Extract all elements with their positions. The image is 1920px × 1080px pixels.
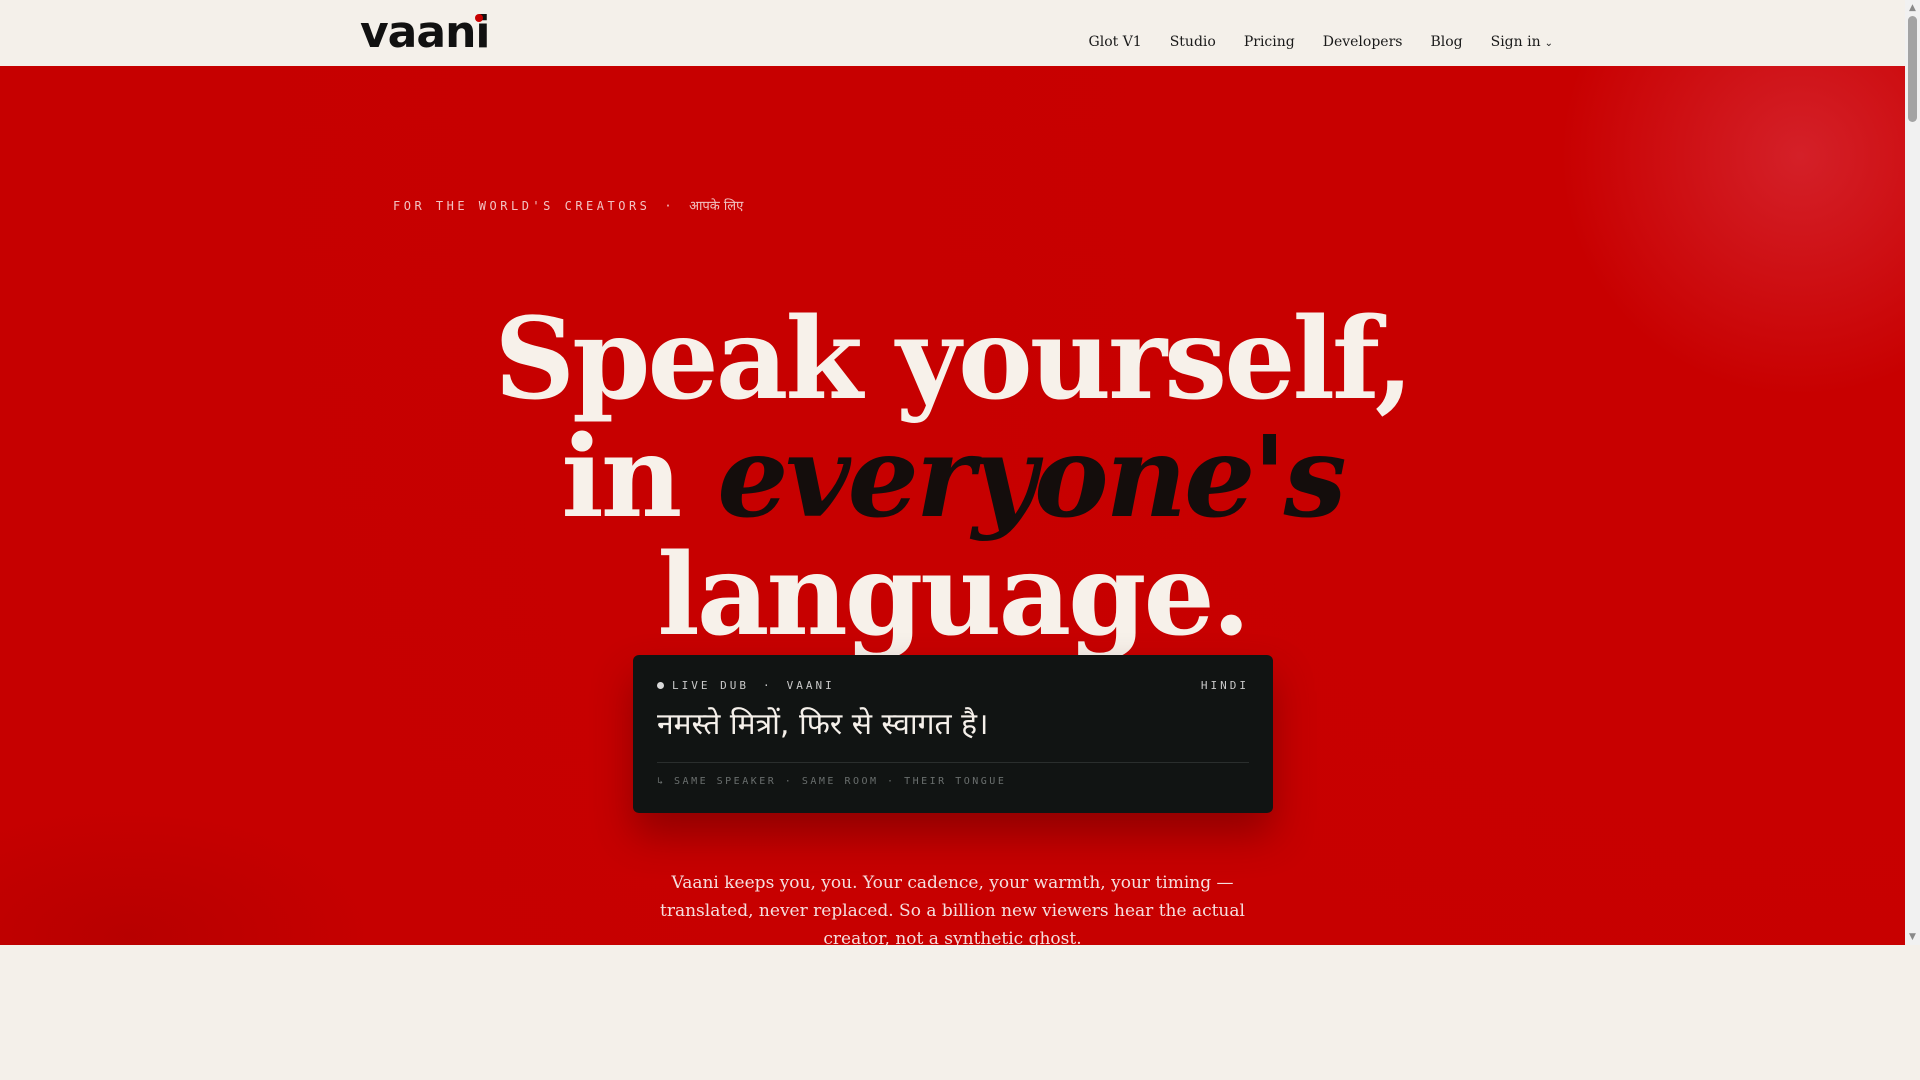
card-language: HINDI: [1200, 679, 1249, 692]
nav-link-glot-v1[interactable]: Glot V1: [1089, 34, 1142, 50]
chevron-down-icon: ⌄: [1544, 38, 1553, 49]
page: vaani Glot V1 Studio Pricing Developers …: [0, 0, 1920, 1080]
live-dub-card: LIVE DUB · VAANI HINDI नमस्ते मित्रों, फ…: [633, 655, 1273, 813]
scroll-down-arrow-icon[interactable]: ▼: [1907, 931, 1918, 943]
hero-subtext: Vaani keeps you, you. Your cadence, your…: [0, 869, 1905, 945]
subtext-line-1: Vaani keeps you, you. Your cadence, your…: [671, 873, 1234, 893]
sign-in-dropdown[interactable]: Sign in ⌄: [1491, 34, 1553, 50]
headline-line-1: Speak yourself,: [494, 294, 1413, 426]
vertical-scrollbar[interactable]: ▲ ▼: [1905, 0, 1920, 945]
card-footer: ↳ SAME SPEAKER · SAME ROOM · THEIR TONGU…: [657, 776, 1007, 787]
card-brand: VAANI: [786, 679, 835, 692]
eyebrow-text: FOR THE WORLD'S CREATORS: [393, 199, 651, 213]
nav-link-blog[interactable]: Blog: [1430, 34, 1462, 50]
eyebrow-separator: ·: [664, 199, 676, 213]
nav-link-developers[interactable]: Developers: [1323, 34, 1403, 50]
subtext-line-2: translated, never replaced. So a billion…: [660, 901, 1245, 921]
live-dot-icon: [657, 682, 664, 689]
headline-line-2: in everyone's: [0, 419, 1905, 537]
card-meta-separator: ·: [762, 679, 773, 692]
scroll-up-arrow-icon[interactable]: ▲: [1907, 2, 1918, 14]
hero-section: FOR THE WORLD'S CREATORS · आपके लिए Speak …: [0, 66, 1905, 945]
headline-emphasis: everyone's: [717, 412, 1346, 544]
nav-link-studio[interactable]: Studio: [1170, 34, 1216, 50]
nav-links: Glot V1 Studio Pricing Developers Blog S…: [1089, 34, 1553, 50]
scrollbar-thumb[interactable]: [1908, 16, 1917, 122]
card-divider: [657, 762, 1249, 763]
eyebrow-hindi: आपके लिए: [689, 199, 744, 214]
card-meta: LIVE DUB · VAANI: [657, 679, 835, 692]
logo-text: vaani: [360, 7, 490, 58]
headline-line-3: language.: [657, 530, 1250, 662]
dubbed-text: नमस्ते मित्रों, फिर से स्वागत है।: [657, 707, 989, 742]
subtext-line-3: creator, not a synthetic ghost.: [823, 929, 1082, 945]
top-nav: vaani Glot V1 Studio Pricing Developers …: [0, 0, 1905, 66]
nav-link-pricing[interactable]: Pricing: [1244, 34, 1295, 50]
hero-headline: Speak yourself, in everyone's language.: [0, 301, 1905, 655]
live-dub-tag: LIVE DUB: [672, 679, 749, 692]
headline-in: in: [561, 412, 682, 544]
vaani-logo[interactable]: vaani: [360, 7, 490, 58]
sign-in-label: Sign in: [1490, 34, 1541, 50]
hero-eyebrow: FOR THE WORLD'S CREATORS · आपके लिए: [393, 196, 743, 214]
